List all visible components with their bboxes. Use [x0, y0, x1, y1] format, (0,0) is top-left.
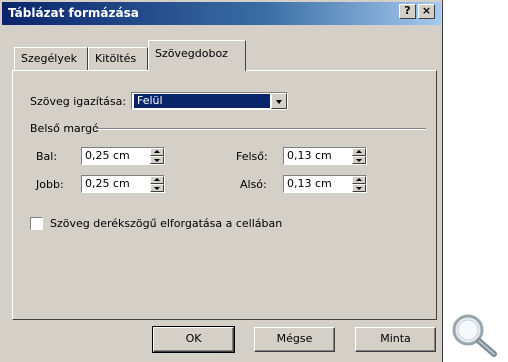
alignment-select[interactable]: Felül — [131, 92, 288, 110]
spin-up-button[interactable] — [352, 148, 366, 156]
arrow-down-icon — [154, 159, 160, 162]
arrow-up-icon — [356, 178, 362, 181]
close-button[interactable]: × — [418, 4, 435, 19]
alignment-label: Szöveg igazítása: — [30, 95, 127, 108]
spin-down-button[interactable] — [150, 184, 164, 192]
arrow-down-icon — [356, 187, 362, 190]
title-bar[interactable]: Táblázat formázása — [2, 2, 441, 25]
left-margin-spinner[interactable]: 0,25 cm — [81, 147, 165, 165]
tab-fill[interactable]: Kitöltés — [88, 47, 148, 70]
arrow-up-icon — [154, 150, 160, 153]
right-margin-spinner[interactable]: 0,25 cm — [81, 175, 165, 193]
right-margin-value: 0,25 cm — [85, 177, 130, 190]
spin-down-button[interactable] — [352, 156, 366, 164]
sample-button[interactable]: Minta — [355, 327, 436, 352]
window-title: Táblázat formázása — [8, 6, 139, 20]
chevron-down-icon — [276, 100, 282, 104]
spin-up-button[interactable] — [150, 176, 164, 184]
left-margin-label: Bal: — [36, 150, 58, 163]
spin-up-button[interactable] — [150, 148, 164, 156]
format-table-dialog: Táblázat formázása ? × Szegélyek Kitölté… — [0, 0, 443, 362]
top-margin-spinner[interactable]: 0,13 cm — [283, 147, 367, 165]
tab-borders[interactable]: Szegélyek — [14, 47, 88, 70]
alignment-value: Felül — [134, 94, 270, 108]
bottom-margin-spinner[interactable]: 0,13 cm — [283, 175, 367, 193]
spin-up-button[interactable] — [352, 176, 366, 184]
arrow-up-icon — [154, 178, 160, 181]
bottom-margin-value: 0,13 cm — [287, 177, 332, 190]
inner-margin-group-label: Belső margó — [30, 122, 99, 135]
rotate-text-label[interactable]: Szöveg derékszögű elforgatása a cellában — [50, 217, 282, 230]
bottom-margin-label: Alsó: — [240, 178, 267, 191]
tab-textbox[interactable]: Szövegdoboz — [148, 40, 246, 71]
ok-button[interactable]: OK — [152, 326, 235, 353]
dropdown-button[interactable] — [271, 93, 287, 109]
arrow-up-icon — [356, 150, 362, 153]
top-margin-label: Felső: — [236, 150, 268, 163]
spin-down-button[interactable] — [352, 184, 366, 192]
group-divider — [96, 128, 426, 130]
spin-down-button[interactable] — [150, 156, 164, 164]
arrow-down-icon — [154, 187, 160, 190]
help-button[interactable]: ? — [399, 4, 416, 19]
cancel-button[interactable]: Mégse — [254, 327, 335, 352]
top-margin-value: 0,13 cm — [287, 149, 332, 162]
arrow-down-icon — [356, 159, 362, 162]
rotate-text-checkbox[interactable] — [30, 217, 43, 230]
right-margin-label: Jobb: — [36, 178, 64, 191]
magnifier-icon[interactable] — [448, 310, 504, 360]
left-margin-value: 0,25 cm — [85, 149, 130, 162]
